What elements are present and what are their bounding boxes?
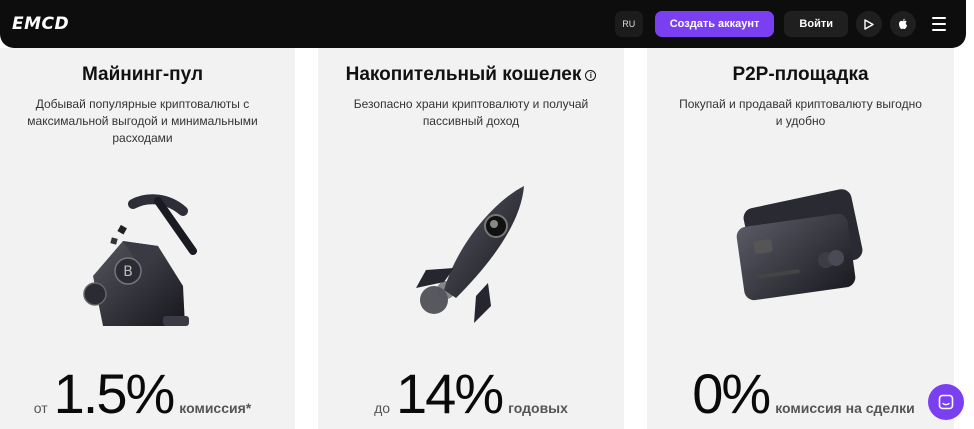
svg-text:B: B bbox=[123, 264, 133, 280]
logo[interactable]: EMCD bbox=[12, 14, 69, 34]
stat-block: до 14% годовых bbox=[318, 366, 624, 422]
card-title: Майнинг-пул bbox=[81, 64, 204, 85]
info-icon[interactable]: i bbox=[585, 70, 597, 81]
stat-prefix: от bbox=[33, 400, 48, 416]
top-header: EMCD RU Создать аккаунт Войти bbox=[0, 0, 966, 48]
stat-prefix: до bbox=[374, 400, 391, 416]
card-description: Добывай популярные криптовалюты с максим… bbox=[27, 97, 258, 145]
card-title: P2P-площадка bbox=[732, 64, 869, 85]
menu-icon[interactable] bbox=[924, 11, 954, 37]
card-title: Накопительный кошелек i bbox=[318, 64, 624, 86]
app-store-button[interactable] bbox=[890, 11, 916, 37]
stat-suffix: годовых bbox=[508, 400, 568, 416]
card-p2p-platform[interactable]: P2P-площадка Покупай и продавай криптова… bbox=[647, 48, 954, 429]
login-button[interactable]: Войти bbox=[784, 11, 848, 37]
stat-value: 1.5% bbox=[53, 362, 176, 425]
rocket-icon bbox=[396, 178, 546, 333]
stat-suffix: комиссия на сделки bbox=[775, 400, 915, 416]
chat-button[interactable] bbox=[928, 384, 964, 420]
credit-cards-icon bbox=[726, 188, 876, 323]
google-play-icon bbox=[864, 18, 874, 30]
card-mining-pool[interactable]: Майнинг-пул Добывай популярные криптовал… bbox=[0, 48, 295, 429]
card-description: Покупай и продавай криптовалюту выгодно … bbox=[679, 97, 922, 128]
header-actions: RU Создать аккаунт Войти bbox=[614, 11, 954, 37]
stat-block: 0% комиссия на сделки bbox=[647, 366, 954, 422]
card-title-text: Накопительный кошелек bbox=[345, 64, 582, 85]
stat-value: 0% bbox=[692, 362, 771, 425]
google-play-button[interactable] bbox=[856, 11, 882, 37]
pickaxe-coins-icon: B bbox=[73, 176, 213, 341]
stat-suffix: комиссия* bbox=[179, 400, 252, 416]
apple-icon bbox=[899, 18, 907, 29]
language-selector[interactable]: RU bbox=[614, 11, 643, 37]
stat-block: от 1.5% комиссия* bbox=[0, 366, 295, 422]
card-savings-wallet[interactable]: Накопительный кошелек i Безопасно храни к… bbox=[318, 48, 624, 429]
create-account-button[interactable]: Создать аккаунт bbox=[654, 11, 775, 37]
stat-value: 14% bbox=[396, 362, 504, 425]
card-description: Безопасно храни криптовалюту и получай п… bbox=[353, 97, 589, 128]
chat-icon bbox=[938, 394, 954, 410]
